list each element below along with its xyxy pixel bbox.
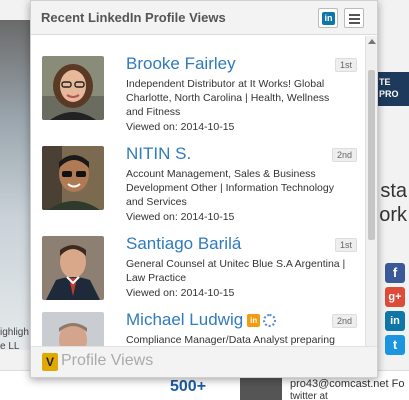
facebook-icon[interactable]: f bbox=[385, 263, 405, 283]
scroll-thumb[interactable] bbox=[368, 70, 375, 240]
list-view-button[interactable] bbox=[344, 8, 364, 28]
profile-name[interactable]: Brooke Fairley bbox=[126, 54, 236, 74]
background-image-left bbox=[0, 20, 32, 350]
background-heading: sta bbox=[380, 180, 407, 202]
profile-views-popup: Recent LinkedIn Profile Views in Brooke … bbox=[30, 0, 378, 378]
contact-email: pro43@comcast.net Fo bbox=[290, 378, 405, 390]
profile-description: General Counsel at Unitec Blue S.A Argen… bbox=[126, 258, 346, 284]
scroll-up-arrow-icon[interactable] bbox=[368, 39, 376, 44]
avatar[interactable] bbox=[42, 312, 104, 348]
connection-degree-badge: 2nd bbox=[331, 314, 357, 328]
popup-footer: V Profile Views bbox=[31, 346, 377, 377]
scrollbar[interactable] bbox=[365, 36, 377, 348]
profile-item[interactable]: Brooke Fairley 1st Independent Distribut… bbox=[31, 54, 365, 147]
linkedin-badge-icon: in bbox=[247, 314, 261, 328]
viewed-date: Viewed on: 2014-10-15 bbox=[126, 287, 235, 299]
profile-views-logo-icon: V bbox=[42, 353, 58, 371]
background-heading: ork bbox=[379, 204, 407, 226]
connection-degree-badge: 1st bbox=[334, 58, 357, 72]
connections-count: 500+ bbox=[170, 378, 207, 395]
google-plus-icon[interactable]: g+ bbox=[385, 287, 405, 307]
contact-twitter: twitter at bbox=[290, 391, 328, 400]
avatar[interactable] bbox=[42, 236, 104, 300]
settings-badge-icon bbox=[263, 314, 277, 328]
background-banner: TE PRO bbox=[377, 72, 409, 106]
linkedin-icon[interactable]: in bbox=[385, 311, 405, 331]
twitter-icon[interactable]: t bbox=[385, 335, 405, 355]
profile-description: Account Management, Sales & Business Dev… bbox=[126, 168, 334, 208]
viewed-date: Viewed on: 2014-10-15 bbox=[126, 211, 235, 223]
popup-title: Recent LinkedIn Profile Views bbox=[41, 10, 226, 25]
profile-name[interactable]: Santiago Barilá bbox=[126, 234, 241, 254]
profile-description: Independent Distributor at It Works! Glo… bbox=[126, 78, 330, 118]
background-text: ighligh bbox=[0, 327, 29, 338]
profile-name[interactable]: Michael Ludwig in bbox=[126, 310, 277, 330]
connection-degree-badge: 1st bbox=[334, 238, 357, 252]
avatar[interactable] bbox=[42, 56, 104, 120]
linkedin-button[interactable]: in bbox=[318, 8, 338, 28]
profile-item[interactable]: NITIN S. 2nd Account Management, Sales &… bbox=[31, 144, 365, 237]
footer-label: Profile Views bbox=[61, 352, 154, 369]
profile-list[interactable]: Brooke Fairley 1st Independent Distribut… bbox=[31, 36, 365, 348]
list-icon bbox=[349, 14, 360, 26]
profile-name-text[interactable]: Michael Ludwig bbox=[126, 310, 243, 329]
avatar[interactable] bbox=[42, 146, 104, 210]
profile-item[interactable]: Michael Ludwig in 2nd Compliance Manager/… bbox=[31, 310, 365, 348]
background-text: e LL bbox=[0, 341, 20, 352]
viewed-date: Viewed on: 2014-10-15 bbox=[126, 121, 235, 133]
linkedin-icon: in bbox=[322, 12, 335, 25]
connection-degree-badge: 2nd bbox=[331, 148, 357, 162]
profile-name[interactable]: NITIN S. bbox=[126, 144, 191, 164]
popup-header: Recent LinkedIn Profile Views in bbox=[31, 1, 377, 35]
